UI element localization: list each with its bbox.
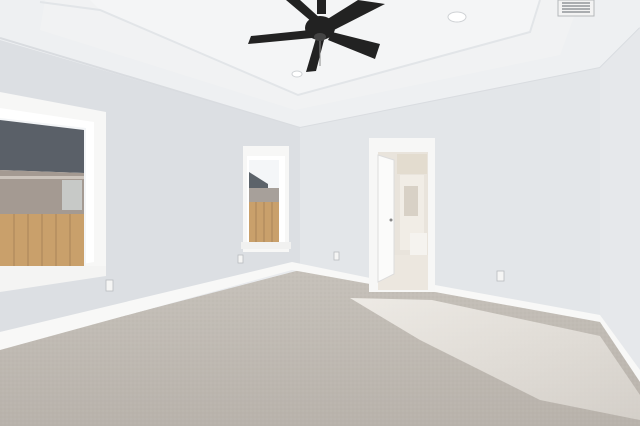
left-window: [0, 92, 106, 292]
outlet: [237, 254, 244, 264]
outlet: [333, 251, 340, 261]
room-photo: [0, 0, 640, 426]
room-illustration: [0, 0, 640, 426]
air-vent: [557, 0, 595, 17]
outlet: [105, 279, 114, 292]
outlet: [496, 270, 505, 282]
recessed-light: [447, 11, 467, 23]
doorway: [369, 138, 435, 292]
open-door: [377, 154, 395, 283]
recessed-light: [291, 70, 303, 78]
middle-window: [241, 146, 291, 252]
